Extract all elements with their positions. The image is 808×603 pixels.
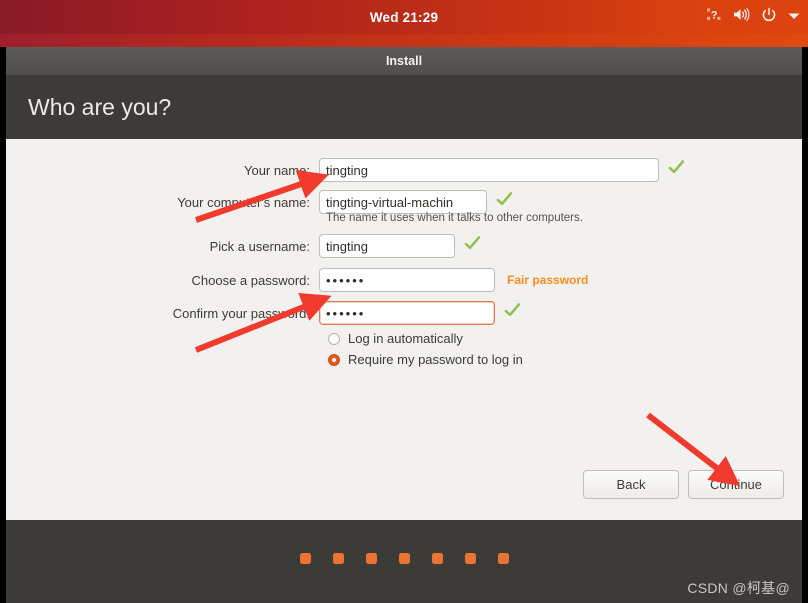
- radio-indicator-auto-login[interactable]: [328, 332, 340, 345]
- username-valid-check-icon: [464, 235, 481, 257]
- radio-label-auto-login: Log in automatically: [348, 331, 463, 346]
- progress-dot: [365, 553, 377, 564]
- page-header: Who are you?: [6, 76, 802, 139]
- form-content: Your name: Your computer's name:: [6, 139, 802, 513]
- form-row-username: Pick a username:: [6, 234, 802, 258]
- username-label: Pick a username:: [209, 238, 310, 254]
- password-strength-label: Fair password: [507, 273, 589, 287]
- progress-dot: [398, 553, 410, 564]
- form-row-password: Choose a password: Fair password: [6, 268, 802, 292]
- progress-dot: [332, 553, 344, 564]
- page-title: Who are you?: [28, 94, 172, 120]
- progress-dot: [497, 553, 509, 564]
- progress-dot: [299, 553, 311, 564]
- desktop-wallpaper-strip: [0, 34, 808, 47]
- window-title: Install: [385, 54, 423, 68]
- progress-dot: [431, 553, 443, 564]
- system-top-bar: Wed 21:29 ?: [0, 0, 808, 34]
- ubuntu-installer-screen: Wed 21:29 ? Install Who are you? Your na…: [0, 0, 808, 603]
- hostname-hint: The name it uses when it talks to other …: [326, 212, 583, 224]
- installer-window: Install Who are you? Your name: Your com…: [6, 47, 802, 603]
- action-buttons: Back Continue: [583, 470, 784, 499]
- installer-footer: CSDN @柯基@: [6, 520, 802, 603]
- window-titlebar: Install: [6, 47, 802, 76]
- your-name-label: Your name:: [243, 162, 310, 178]
- form-row-confirm-password: Confirm your password:: [6, 301, 802, 325]
- accessibility-icon[interactable]: ?: [707, 7, 722, 27]
- volume-icon[interactable]: [733, 7, 750, 27]
- radio-indicator-require-password[interactable]: [328, 353, 340, 366]
- radio-log-in-automatically[interactable]: Log in automatically: [328, 331, 463, 346]
- progress-dots: [6, 553, 802, 564]
- confirm-password-input[interactable]: [319, 301, 495, 325]
- confirm-password-label: Confirm your password:: [172, 305, 310, 321]
- form-row-computer-name: Your computer's name:: [6, 190, 802, 214]
- progress-dot: [464, 553, 476, 564]
- back-button[interactable]: Back: [583, 470, 679, 499]
- svg-text:?: ?: [711, 9, 718, 21]
- form-row-your-name: Your name:: [6, 158, 802, 182]
- chevron-down-icon[interactable]: [788, 8, 800, 26]
- computer-name-label: Your computer's name:: [177, 194, 310, 210]
- your-name-input[interactable]: [319, 158, 659, 182]
- computer-name-input[interactable]: [319, 190, 487, 214]
- password-label: Choose a password:: [191, 272, 310, 288]
- watermark-text: CSDN @柯基@: [687, 580, 790, 596]
- radio-label-require-password: Require my password to log in: [348, 352, 523, 367]
- radio-require-password[interactable]: Require my password to log in: [328, 352, 523, 367]
- password-input[interactable]: [319, 268, 495, 292]
- computer-name-valid-check-icon: [496, 191, 513, 213]
- continue-button[interactable]: Continue: [688, 470, 784, 499]
- system-clock[interactable]: Wed 21:29: [370, 10, 438, 25]
- your-name-valid-check-icon: [668, 159, 685, 181]
- confirm-password-valid-check-icon: [504, 302, 521, 324]
- system-indicators: ?: [707, 0, 800, 34]
- username-input[interactable]: [319, 234, 455, 258]
- power-icon[interactable]: [761, 7, 777, 28]
